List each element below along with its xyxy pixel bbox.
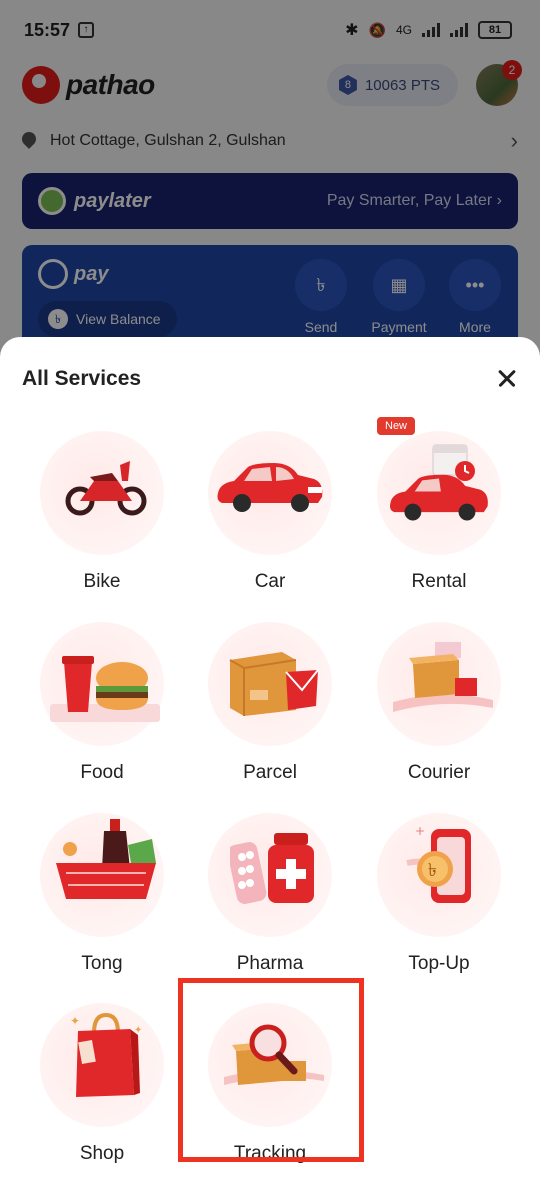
svg-text:+: + (415, 824, 425, 838)
svg-text:✦: ✦ (70, 1014, 80, 1028)
service-label: Rental (411, 571, 467, 592)
service-courier[interactable]: Courier (369, 622, 509, 792)
service-rental[interactable]: New Rental (369, 417, 509, 601)
service-label: Tong (81, 953, 123, 974)
service-label: Bike (83, 571, 121, 592)
service-car[interactable]: Car (200, 431, 340, 601)
service-label: Pharma (236, 953, 304, 974)
car-icon (217, 463, 323, 512)
service-label: Car (254, 571, 286, 592)
service-label: Top-Up (408, 953, 470, 974)
food-icon (50, 656, 160, 722)
sheet-title: All Services (22, 367, 142, 390)
tracking-highlight-box (178, 978, 364, 1162)
service-top-up[interactable]: + ৳ Top-Up (369, 813, 509, 983)
service-label: Shop (79, 1143, 125, 1164)
parcel-icon (229, 652, 319, 716)
mobile-topup-icon: + ৳ (406, 824, 471, 903)
courier-icon (393, 642, 493, 712)
bike-icon (65, 461, 147, 516)
svg-text:৳: ৳ (428, 860, 437, 881)
rental-car-icon (390, 474, 488, 521)
service-pharma[interactable]: Pharma (200, 813, 340, 983)
svg-text:✦: ✦ (134, 1025, 142, 1036)
service-label: Parcel (243, 762, 297, 783)
service-label: Courier (407, 762, 471, 783)
service-bike[interactable]: Bike (32, 431, 172, 601)
close-icon[interactable] (492, 363, 522, 393)
service-shop[interactable]: ✦ ✦ Shop (32, 1003, 172, 1173)
service-food[interactable]: Food (32, 622, 172, 792)
shopping-bag-icon: ✦ ✦ (70, 1012, 142, 1097)
grocery-basket-icon (56, 819, 156, 899)
service-parcel[interactable]: Parcel (200, 622, 340, 792)
medicine-icon (230, 833, 314, 904)
new-badge: New (377, 417, 416, 435)
service-label: Food (80, 762, 124, 783)
service-tong[interactable]: Tong (32, 813, 172, 983)
